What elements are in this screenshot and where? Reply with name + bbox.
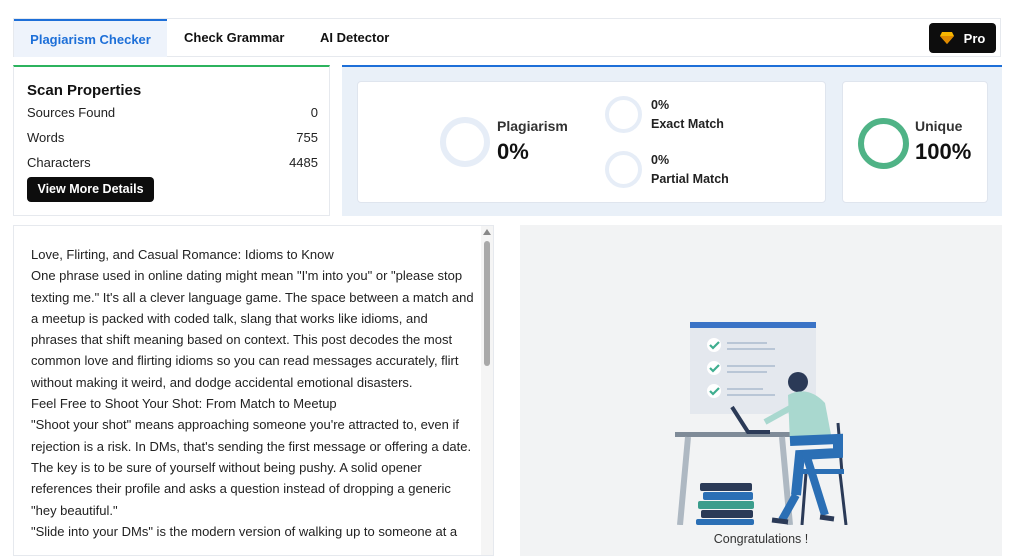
unique-value: 100%: [915, 139, 972, 164]
document-paragraph: "Slide into your DMs" is the modern vers…: [31, 523, 458, 539]
partial-match-ring: [605, 151, 642, 188]
words-row: Words 755: [27, 130, 318, 145]
words-label: Words: [27, 130, 65, 145]
illustration-panel: Congratulations !: [520, 225, 1002, 556]
scroll-thumb[interactable]: [484, 241, 490, 366]
characters-row: Characters 4485: [27, 155, 318, 170]
results-panel: Plagiarism 0% 0% Exact Match 0% Partial …: [342, 65, 1002, 216]
exact-match-value: 0%: [651, 98, 670, 112]
tab-plagiarism-checker[interactable]: Plagiarism Checker: [14, 19, 167, 57]
unique-ring: [858, 118, 909, 169]
tab-bar: Plagiarism Checker Check Grammar AI Dete…: [13, 18, 1001, 57]
document-content: Love, Flirting, and Casual Romance: Idio…: [31, 244, 476, 542]
characters-label: Characters: [27, 155, 91, 170]
sources-found-label: Sources Found: [27, 105, 116, 120]
partial-match-value: 0%: [651, 153, 670, 167]
document-paragraph: "Shoot your shot" means approaching some…: [31, 417, 472, 518]
plagiarism-value: 0%: [497, 139, 529, 164]
scan-properties-title: Scan Properties: [27, 82, 142, 99]
exact-match-label: Exact Match: [651, 117, 724, 131]
view-more-details-button[interactable]: View More Details: [27, 177, 154, 202]
tab-ai-detector[interactable]: AI Detector: [320, 19, 389, 57]
document-paragraph: One phrase used in online dating might m…: [31, 268, 474, 390]
plagiarism-card: Plagiarism 0% 0% Exact Match 0% Partial …: [357, 81, 826, 203]
plagiarism-label: Plagiarism: [497, 118, 568, 134]
sources-found-row: Sources Found 0: [27, 105, 318, 120]
document-paragraph: Love, Flirting, and Casual Romance: Idio…: [31, 247, 334, 262]
unique-label: Unique: [915, 118, 963, 134]
pro-button[interactable]: Pro: [929, 23, 996, 53]
gem-icon: [939, 32, 954, 44]
sources-found-value: 0: [310, 105, 318, 120]
document-paragraph: Feel Free to Shoot Your Shot: From Match…: [31, 396, 337, 412]
characters-value: 4485: [289, 155, 318, 170]
pro-button-label: Pro: [963, 30, 986, 46]
scroll-up-arrow-icon[interactable]: [483, 229, 491, 235]
plagiarism-ring: [440, 117, 490, 167]
person-at-desk-illustration: [675, 322, 848, 525]
scan-properties-panel: Scan Properties Sources Found 0 Words 75…: [13, 65, 330, 216]
words-value: 755: [296, 130, 318, 145]
unique-card: Unique 100%: [842, 81, 988, 203]
document-text-area[interactable]: Love, Flirting, and Casual Romance: Idio…: [13, 225, 494, 556]
scrollbar[interactable]: [481, 226, 493, 555]
tab-check-grammar[interactable]: Check Grammar: [184, 19, 284, 57]
exact-match-ring: [605, 96, 642, 133]
congratulations-caption: Congratulations !: [713, 532, 809, 546]
partial-match-label: Partial Match: [651, 172, 729, 186]
